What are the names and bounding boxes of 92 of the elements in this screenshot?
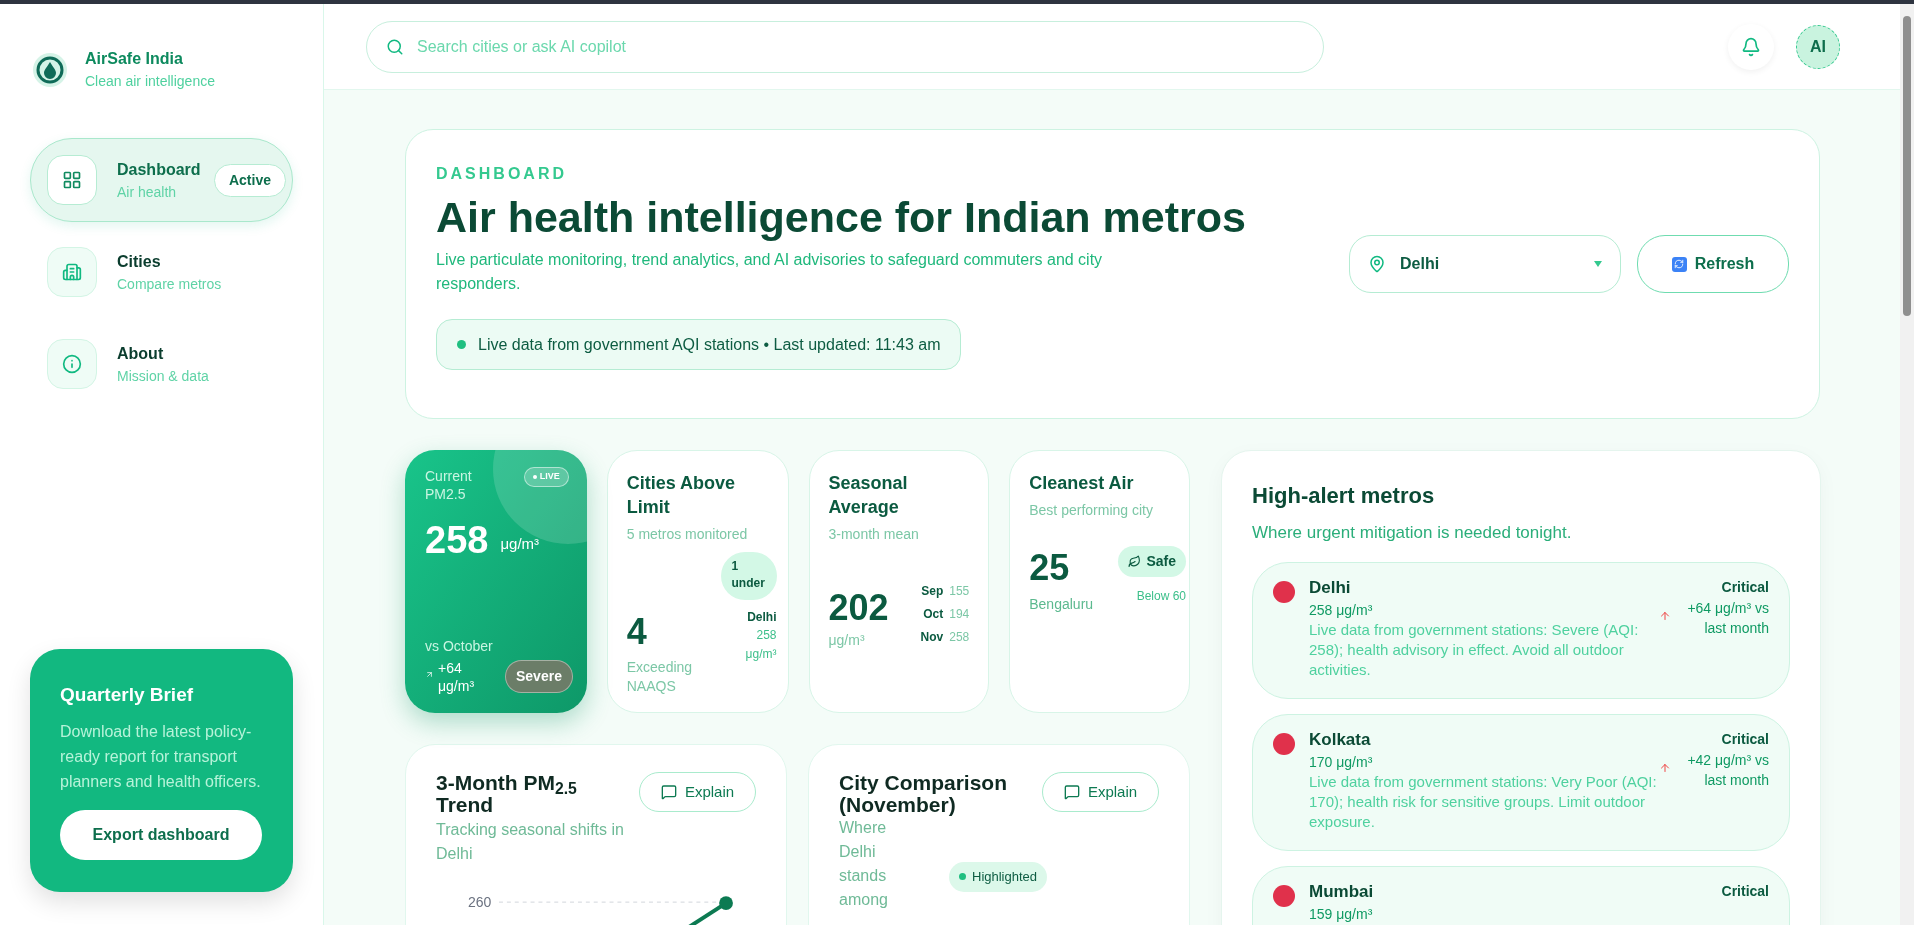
building-icon [47, 247, 97, 297]
alert-description: Live data from government stations: Very Poor (AQI: 170); health risk for sensitive groups. Limit outdoor exposure. [1309, 772, 1658, 832]
brand-name: AirSafe India [85, 49, 184, 69]
card-label: Current PM2.5 [425, 467, 473, 503]
average-value: 202 [828, 586, 889, 630]
status-text: Live data from government AQI stations • Last updated: 11:43 am [478, 334, 941, 355]
chart-subtitle: Tracking seasonal shifts in Delhi [436, 820, 625, 864]
nav-item[interactable]: Dashboard Air health Active [30, 138, 293, 222]
severity-badge: Severe [505, 660, 573, 693]
droplet-logo-icon [33, 52, 67, 87]
month-label: Sep [921, 583, 944, 600]
alert-value: 159 μg/m³ [1309, 905, 1374, 924]
card-subtitle: 5 metros monitored [626, 525, 749, 544]
chart-subtitle: Where Delhi stands among [839, 818, 889, 910]
month-label: Oct [923, 606, 944, 623]
safe-note: Below 60 [1136, 588, 1186, 605]
bell-icon [1741, 36, 1761, 57]
alert-item[interactable]: Kolkata 170 μg/m³ Live data from government stations: Very Poor (AQI: 170); health risk for sensitive groups. Limit outdoor exposure. Critical +42 μg/m³ vs last month [1252, 713, 1790, 851]
caret-icon [1594, 261, 1602, 267]
refresh-button[interactable]: Refresh [1637, 235, 1789, 293]
live-badge: LIVE [523, 467, 569, 487]
alert-level: Critical [1721, 729, 1769, 749]
nav-label: Dashboard [117, 159, 201, 180]
alert-change: +64 μg/m³ vs last month [1686, 598, 1769, 638]
city-select[interactable]: Delhi [1349, 235, 1621, 293]
active-badge: Active [213, 163, 286, 197]
arrow-up-icon [1659, 762, 1671, 774]
current-unit: μg/m³ [500, 533, 540, 554]
alert-description: Live data from government stations: Severe (AQI: 258); health advisory in effect. Avoid all outdoor activities. [1309, 620, 1640, 680]
alert-city: Mumbai [1309, 880, 1375, 903]
month-value: 155 [949, 583, 970, 600]
alert-item[interactable]: Delhi 258 μg/m³ Live data from government stations: Severe (AQI: 258); health advisory in effect. Avoid all outdoor activities. Critical +64 μg/m³ vs last month [1252, 561, 1790, 699]
under-pill: 1 under [720, 552, 777, 600]
city-name: Delhi [747, 609, 777, 626]
nav-item[interactable]: Cities Compare metros [30, 230, 293, 314]
hero-subtitle: Live particulate monitoring, trend analytics, and AI advisories to safeguard commuters and city responders. [436, 250, 1104, 294]
nav-sublabel: Mission & data [117, 366, 209, 386]
search-icon [386, 37, 404, 56]
user-avatar[interactable]: AI [1796, 24, 1840, 69]
cleanest-value: 25 [1029, 546, 1071, 590]
card-subtitle: 3-month mean [828, 525, 920, 544]
panel-subtitle: Where urgent mitigation is needed tonight. [1252, 522, 1573, 544]
alert-city: Delhi [1309, 576, 1352, 599]
panel-title: High-alert metros [1252, 482, 1436, 510]
count-value: 4 [626, 610, 648, 654]
axis-tick-label: 260 [468, 893, 492, 912]
export-dashboard-button[interactable]: Export dashboard [60, 810, 262, 860]
chart-title: City Comparison (November) [839, 772, 1009, 816]
info-icon [47, 339, 97, 389]
alert-value: 170 μg/m³ [1309, 753, 1374, 772]
city-value: 258 μg/m³ [744, 627, 777, 663]
search-field[interactable]: Search cities or ask AI copilot [366, 20, 1324, 73]
map-pin-icon [1368, 255, 1386, 273]
grid-icon [47, 155, 97, 205]
change-value: +64 μg/m³ [438, 659, 476, 695]
count-caption: Exceeding NAAQS [626, 658, 694, 696]
average-unit: μg/m³ [828, 631, 866, 650]
safe-badge: Safe [1118, 546, 1186, 577]
alert-city: Kolkata [1309, 728, 1372, 751]
cleanest-city: Bengaluru [1029, 595, 1094, 614]
promo-title: Quarterly Brief [60, 682, 195, 707]
promo-text: Download the latest policy-ready report for transport planners and health officers. [60, 722, 262, 792]
nav-item[interactable]: About Mission & data [30, 322, 293, 406]
nav-sublabel: Compare metros [117, 274, 222, 294]
month-value: 258 [949, 629, 970, 646]
nav-label: About [117, 343, 165, 364]
legend-badge: Highlighted [949, 862, 1048, 892]
arrow-up-icon [1659, 610, 1671, 622]
trend-up-icon [425, 670, 434, 679]
nav-label: Cities [117, 251, 162, 272]
hero-eyebrow: DASHBOARD [436, 164, 568, 184]
chat-bubble-icon [1063, 784, 1080, 800]
current-value: 258 [425, 519, 489, 561]
card-title: Cities Above Limit [626, 472, 737, 519]
refresh-icon [1671, 256, 1687, 272]
alert-item[interactable]: Mumbai 159 μg/m³ Critical [1252, 865, 1790, 925]
alert-level: Critical [1721, 881, 1769, 901]
month-value: 194 [949, 606, 970, 623]
month-label: Nov [920, 629, 944, 646]
compare-label: vs October [425, 637, 494, 655]
hero-title: Air health intelligence for Indian metros [436, 192, 1247, 243]
nav-sublabel: Air health [117, 182, 178, 202]
brand-tagline: Clean air intelligence [85, 72, 215, 91]
chart-title: 3-Month PM$_{2.5}$ Trend [436, 772, 578, 816]
scrollbar[interactable] [1900, 4, 1914, 925]
chat-bubble-icon [660, 784, 677, 800]
card-title: Seasonal Average [828, 472, 909, 519]
alert-level: Critical [1721, 577, 1769, 597]
alert-change: +42 μg/m³ vs last month [1686, 750, 1769, 790]
alert-value: 258 μg/m³ [1309, 601, 1374, 620]
card-subtitle: Best performing city [1029, 501, 1154, 520]
card-title: Cleanest Air [1029, 472, 1135, 495]
